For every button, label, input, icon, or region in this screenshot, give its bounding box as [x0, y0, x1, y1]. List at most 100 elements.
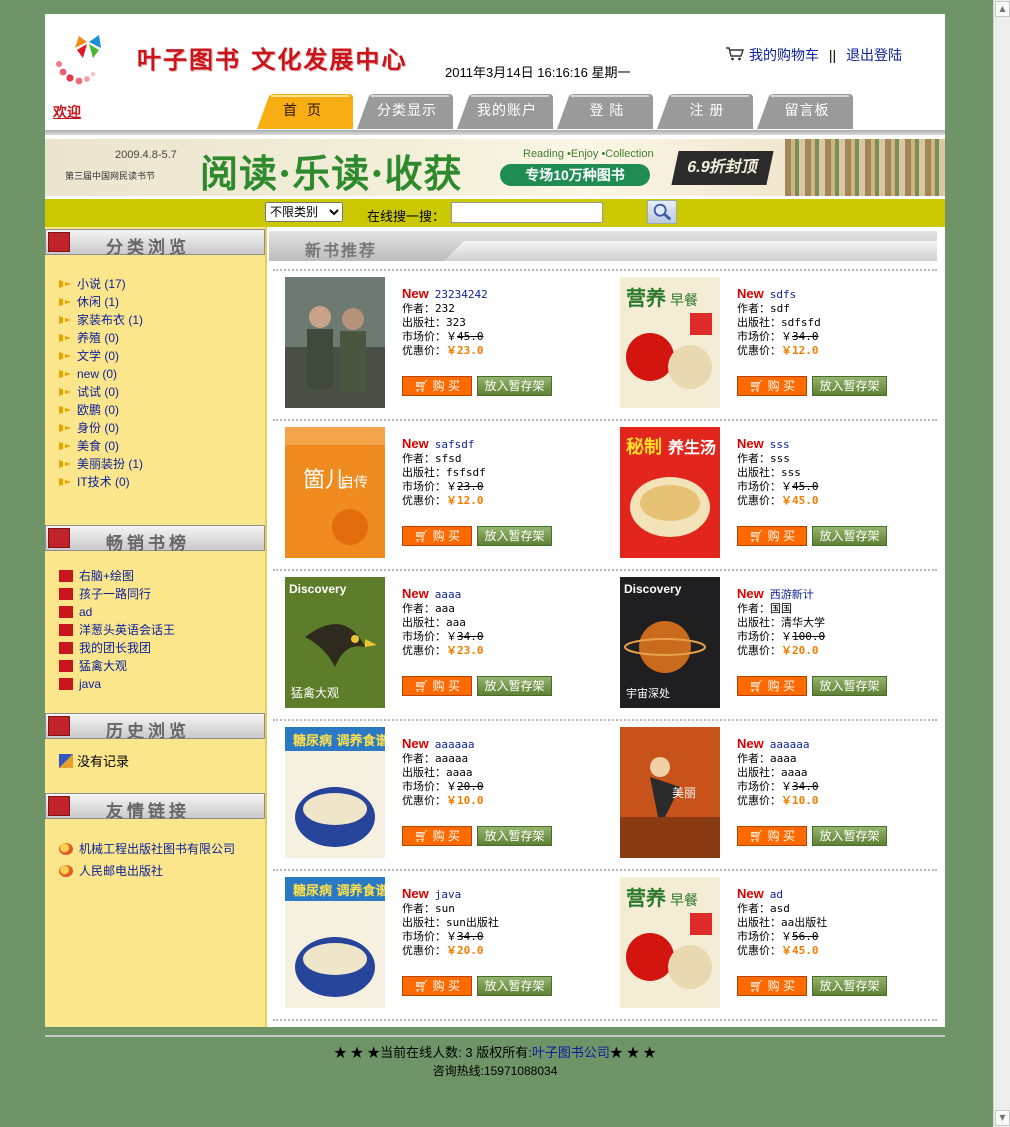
tab-guestbook[interactable]: 留言板 [757, 94, 857, 129]
buy-button[interactable]: 🛒︎ 购 买 [737, 976, 807, 996]
list-item[interactable]: 美食 (0) [59, 437, 143, 455]
author-label: 作者： [402, 452, 435, 465]
buy-button[interactable]: 🛒︎ 购 买 [402, 976, 472, 996]
banner-subtitle: 第三届中国网民读书节 [65, 171, 156, 181]
add-to-shelf-button[interactable]: 放入暂存架 [812, 826, 887, 846]
sale-price: 23.0 [457, 344, 484, 357]
book-cover-image[interactable] [285, 277, 385, 408]
banner-date: 2009.4.8-5.7 [115, 149, 177, 161]
book-title-link[interactable]: ad [770, 888, 783, 901]
buy-button[interactable]: 🛒︎ 购 买 [402, 676, 472, 696]
list-item[interactable]: 洋葱头英语会话王 [59, 621, 175, 639]
divider [273, 1019, 937, 1021]
scroll-up-arrow-icon[interactable]: ▲ [995, 1, 1010, 17]
divider [273, 569, 937, 571]
add-to-shelf-button[interactable]: 放入暂存架 [477, 676, 552, 696]
add-to-shelf-button[interactable]: 放入暂存架 [812, 676, 887, 696]
market-price-label: 市场价： [402, 480, 446, 493]
list-item[interactable]: 试试 (0) [59, 383, 143, 401]
market-price: 34.0 [792, 780, 819, 793]
book-title-link[interactable]: aaaa [435, 588, 462, 601]
tab-category[interactable]: 分类显示 [357, 94, 457, 129]
list-item[interactable]: 文学 (0) [59, 347, 143, 365]
list-item[interactable]: ad [59, 603, 175, 621]
site-header: 叶子图书 文化发展中心 2011年3月14日 16:16:16 星期一 我的购物… [45, 14, 945, 130]
list-item[interactable]: 右脑+绘图 [59, 567, 175, 585]
tab-home[interactable]: 首页 [257, 94, 357, 129]
book-cover-image[interactable]: Discovery 猛禽大观 [285, 577, 385, 708]
add-to-shelf-button[interactable]: 放入暂存架 [477, 526, 552, 546]
buy-button[interactable]: 🛒︎ 购 买 [737, 376, 807, 396]
tab-account[interactable]: 我的账户 [457, 94, 557, 129]
buy-label: 购 买 [432, 979, 460, 993]
welcome-link[interactable]: 欢迎 [53, 102, 81, 122]
list-item[interactable]: 小说 (17) [59, 275, 143, 293]
book-cover-image[interactable]: 秘制 养生汤 [620, 427, 720, 558]
list-item[interactable]: 美丽装扮 (1) [59, 455, 143, 473]
divider [273, 869, 937, 871]
book-cover-image[interactable]: 箇儿 自传 [285, 427, 385, 558]
list-item[interactable]: 休闲 (1) [59, 293, 143, 311]
add-to-shelf-button[interactable]: 放入暂存架 [477, 976, 552, 996]
cart-link[interactable]: 我的购物车 [749, 47, 819, 63]
category-select[interactable]: 不限类别 [265, 202, 343, 222]
market-price-label: 市场价： [737, 930, 781, 943]
list-item[interactable]: 我的团长我团 [59, 639, 175, 657]
list-item[interactable]: 养殖 (0) [59, 329, 143, 347]
tab-home-label: 首页 [283, 102, 331, 118]
book-title-link[interactable]: aaaaaa [770, 738, 810, 751]
add-to-shelf-button[interactable]: 放入暂存架 [812, 976, 887, 996]
publisher-label: 出版社： [737, 766, 781, 779]
buy-button[interactable]: 🛒︎ 购 买 [737, 676, 807, 696]
list-item[interactable]: 欧鹏 (0) [59, 401, 143, 419]
list-item[interactable]: 人民邮电出版社 [59, 860, 235, 882]
add-to-shelf-button[interactable]: 放入暂存架 [477, 826, 552, 846]
list-item[interactable]: java [59, 675, 175, 693]
list-item[interactable]: 机械工程出版社图书有限公司 [59, 838, 235, 860]
promo-banner[interactable]: 2009.4.8-5.7 第三届中国网民读书节 阅读·乐读·收获 Reading… [45, 139, 945, 196]
tab-login[interactable]: 登 陆 [557, 94, 657, 129]
buy-button[interactable]: 🛒︎ 购 买 [402, 376, 472, 396]
search-button[interactable] [647, 200, 677, 224]
page-scrollbar[interactable]: ▲ ▼ [993, 0, 1010, 1127]
author-label: 作者： [737, 452, 770, 465]
buy-button[interactable]: 🛒︎ 购 买 [402, 826, 472, 846]
book-info: New safsdf 作者：sfsd 出版社：fsfsdf 市场价：￥23.0 优惠价：￥… [402, 437, 486, 508]
book-cover-image[interactable]: 营养 早餐 [620, 877, 720, 1008]
market-price-label: 市场价： [402, 780, 446, 793]
book-title-link[interactable]: sss [770, 438, 790, 451]
book-title-link[interactable]: 23234242 [435, 288, 488, 301]
book-title-link[interactable]: 西游新计 [770, 588, 814, 601]
logout-link[interactable]: 退出登陆 [846, 47, 902, 63]
buy-button[interactable]: 🛒︎ 购 买 [737, 526, 807, 546]
scroll-down-arrow-icon[interactable]: ▼ [995, 1110, 1010, 1126]
search-input[interactable] [451, 202, 603, 223]
book-cover-image[interactable]: 美丽 [620, 727, 720, 858]
sale-price-label: 优惠价： [402, 794, 446, 807]
book-title-link[interactable]: sdfs [770, 288, 797, 301]
book-cover-image[interactable]: Discovery 宇宙深处 [620, 577, 720, 708]
add-to-shelf-button[interactable]: 放入暂存架 [477, 376, 552, 396]
book-title-link[interactable]: safsdf [435, 438, 475, 451]
list-item[interactable]: 身份 (0) [59, 419, 143, 437]
book-cover-image[interactable]: 糖尿病 调养食谱 [285, 877, 385, 1008]
list-item[interactable]: 孩子一路同行 [59, 585, 175, 603]
book-cover-image[interactable]: 营养 早餐 [620, 277, 720, 408]
list-item[interactable]: 猛禽大观 [59, 657, 175, 675]
publisher-label: 出版社： [402, 766, 446, 779]
buy-button[interactable]: 🛒︎ 购 买 [402, 526, 472, 546]
book-title-link[interactable]: java [435, 888, 462, 901]
add-to-shelf-button[interactable]: 放入暂存架 [812, 376, 887, 396]
add-to-shelf-button[interactable]: 放入暂存架 [812, 526, 887, 546]
buy-button[interactable]: 🛒︎ 购 买 [737, 826, 807, 846]
buy-label: 购 买 [432, 829, 460, 843]
category-list: 小说 (17) 休闲 (1) 家装布衣 (1) 养殖 (0) 文学 (0) ne… [59, 275, 143, 491]
company-link[interactable]: 叶子图书公司 [532, 1045, 610, 1060]
book-badge-icon [59, 588, 73, 600]
tab-register[interactable]: 注 册 [657, 94, 757, 129]
book-cover-image[interactable]: 糖尿病 调养食谱 [285, 727, 385, 858]
list-item[interactable]: 家装布衣 (1) [59, 311, 143, 329]
list-item[interactable]: IT技术 (0) [59, 473, 143, 491]
book-title-link[interactable]: aaaaaa [435, 738, 475, 751]
list-item[interactable]: new (0) [59, 365, 143, 383]
